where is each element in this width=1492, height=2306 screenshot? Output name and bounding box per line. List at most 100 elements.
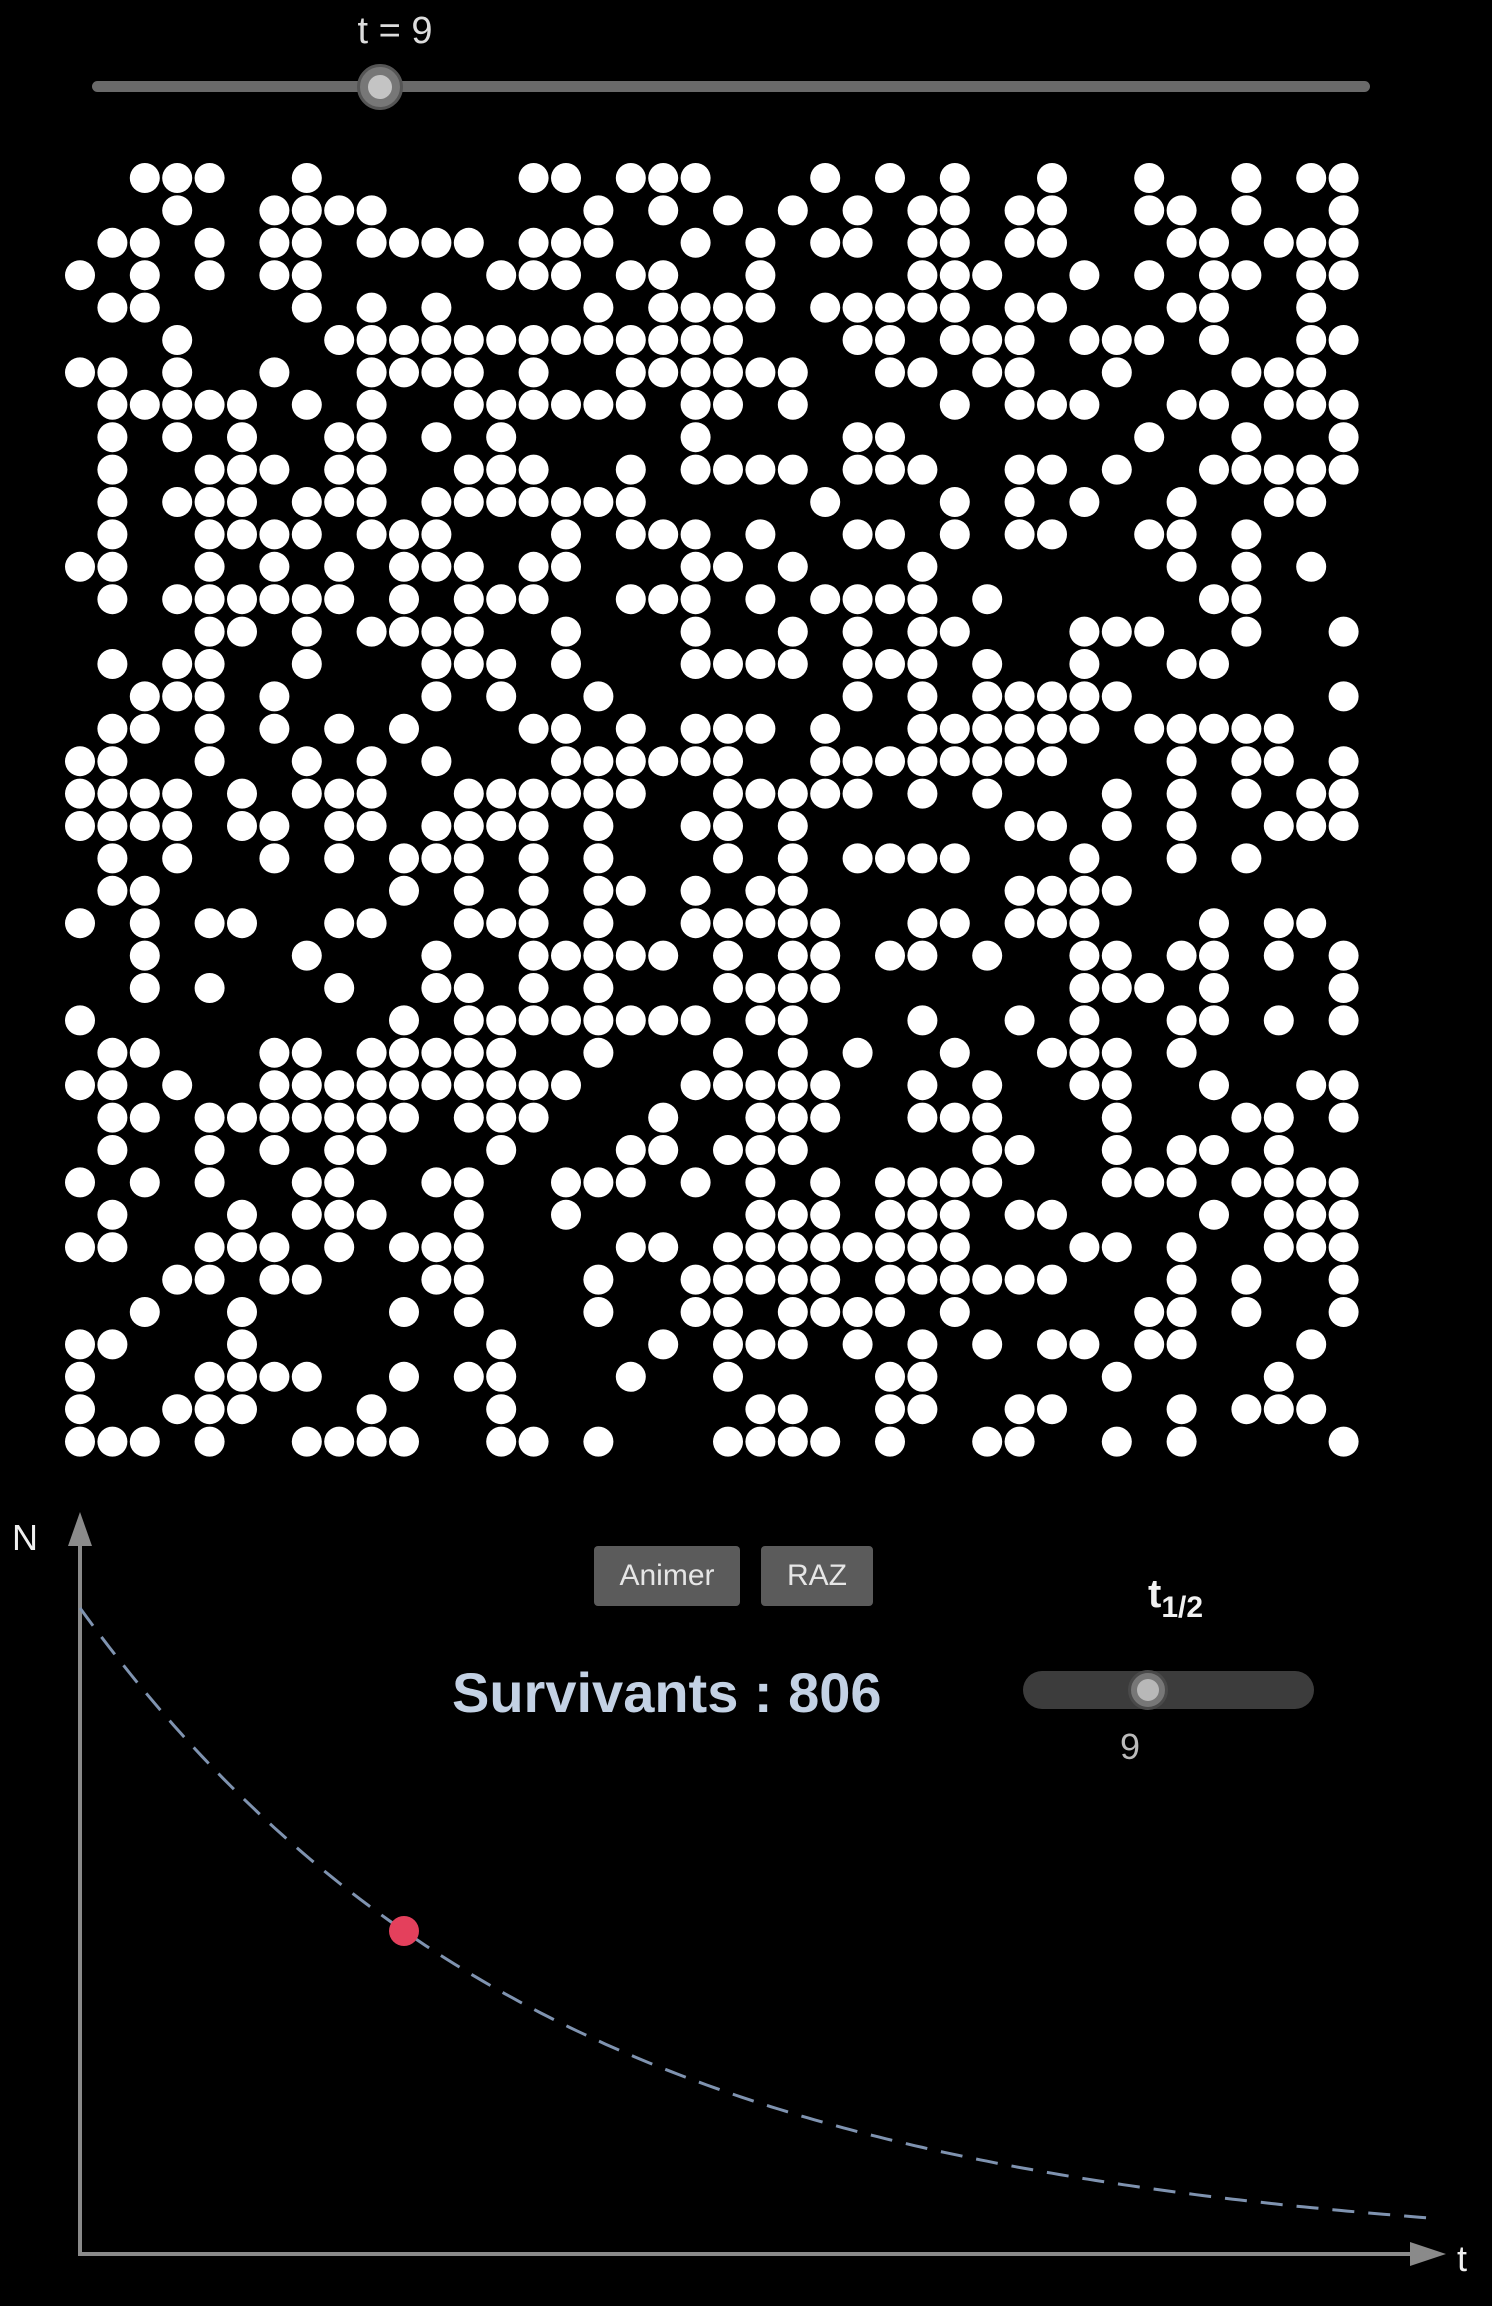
- particle: [939, 1167, 970, 1198]
- particle: [518, 713, 549, 744]
- particle: [1166, 1329, 1197, 1360]
- particle: [745, 519, 776, 550]
- particle: [1166, 1005, 1197, 1036]
- particle: [745, 227, 776, 258]
- particle: [972, 357, 1003, 388]
- particle: [907, 616, 938, 647]
- particle: [907, 778, 938, 809]
- particle: [551, 940, 581, 971]
- particle: [907, 1102, 938, 1133]
- particle: [356, 389, 387, 420]
- particle: [1328, 389, 1359, 420]
- particle: [389, 584, 419, 615]
- particle: [1166, 713, 1197, 744]
- particle: [389, 1297, 419, 1327]
- particle: [162, 422, 193, 453]
- particle: [162, 163, 193, 193]
- particle: [1328, 616, 1359, 647]
- particle: [907, 1329, 938, 1360]
- particle: [291, 519, 322, 550]
- particle: [259, 519, 290, 550]
- particle: [810, 1167, 841, 1198]
- particle: [1166, 649, 1197, 679]
- particle: [1231, 713, 1262, 744]
- particle: [1199, 973, 1229, 1003]
- particle: [713, 811, 743, 841]
- particle: [713, 389, 743, 420]
- particle: [453, 778, 484, 809]
- particle: [810, 1199, 841, 1230]
- particle: [680, 422, 711, 453]
- decay-curve: [78, 1607, 1434, 2220]
- particle: [810, 1070, 841, 1101]
- particle: [583, 389, 614, 420]
- particle: [97, 454, 128, 485]
- particle: [518, 551, 549, 582]
- particle: [1296, 227, 1327, 258]
- particle: [1069, 649, 1100, 679]
- particle: [194, 519, 225, 550]
- particle: [713, 973, 743, 1003]
- particle: [1328, 940, 1359, 971]
- particle: [777, 1329, 808, 1360]
- particle: [551, 325, 581, 355]
- particle: [518, 584, 549, 615]
- particle: [227, 487, 257, 517]
- particle: [1263, 1232, 1294, 1263]
- particle: [486, 422, 517, 453]
- particle: [842, 1297, 873, 1327]
- particle: [680, 519, 711, 550]
- particle: [356, 908, 387, 939]
- particle: [875, 843, 905, 874]
- particle: [875, 454, 905, 485]
- particle: [1134, 195, 1165, 226]
- particle: [291, 227, 322, 258]
- particle: [421, 1167, 452, 1198]
- particle: [486, 1005, 517, 1036]
- particle: [1296, 292, 1327, 323]
- particle: [810, 908, 841, 939]
- particle: [648, 292, 679, 323]
- particle: [518, 875, 549, 906]
- particle: [907, 908, 938, 939]
- particle: [939, 389, 970, 420]
- particle: [648, 1329, 679, 1360]
- particle: [65, 1070, 95, 1101]
- particle: [194, 163, 225, 193]
- current-point: [389, 1916, 419, 1946]
- particle: [324, 1232, 355, 1263]
- particle: [1134, 519, 1165, 550]
- particle: [1166, 227, 1197, 258]
- particle: [324, 195, 355, 226]
- particle: [1069, 940, 1100, 971]
- particle: [1101, 1167, 1132, 1198]
- particle: [421, 1070, 452, 1101]
- particle: [777, 1264, 808, 1295]
- particle: [453, 973, 484, 1003]
- particle: [1037, 1199, 1067, 1230]
- particle: [1296, 325, 1327, 355]
- particle: [713, 843, 743, 874]
- particle: [939, 616, 970, 647]
- particle: [421, 746, 452, 777]
- particle: [1101, 1037, 1132, 1068]
- particle: [1004, 811, 1035, 841]
- particle: [194, 746, 225, 777]
- particle: [162, 357, 193, 388]
- particle: [745, 357, 776, 388]
- particle: [648, 195, 679, 226]
- particle: [1069, 875, 1100, 906]
- particle: [227, 454, 257, 485]
- particle: [842, 616, 873, 647]
- particle: [939, 519, 970, 550]
- particle: [583, 875, 614, 906]
- particle: [356, 1135, 387, 1165]
- particle: [713, 746, 743, 777]
- x-axis-label: t: [1457, 2238, 1467, 2279]
- particle: [777, 454, 808, 485]
- particle: [97, 551, 128, 582]
- particle: [162, 1070, 193, 1101]
- particle: [615, 163, 646, 193]
- particle: [227, 1394, 257, 1425]
- particle: [745, 584, 776, 615]
